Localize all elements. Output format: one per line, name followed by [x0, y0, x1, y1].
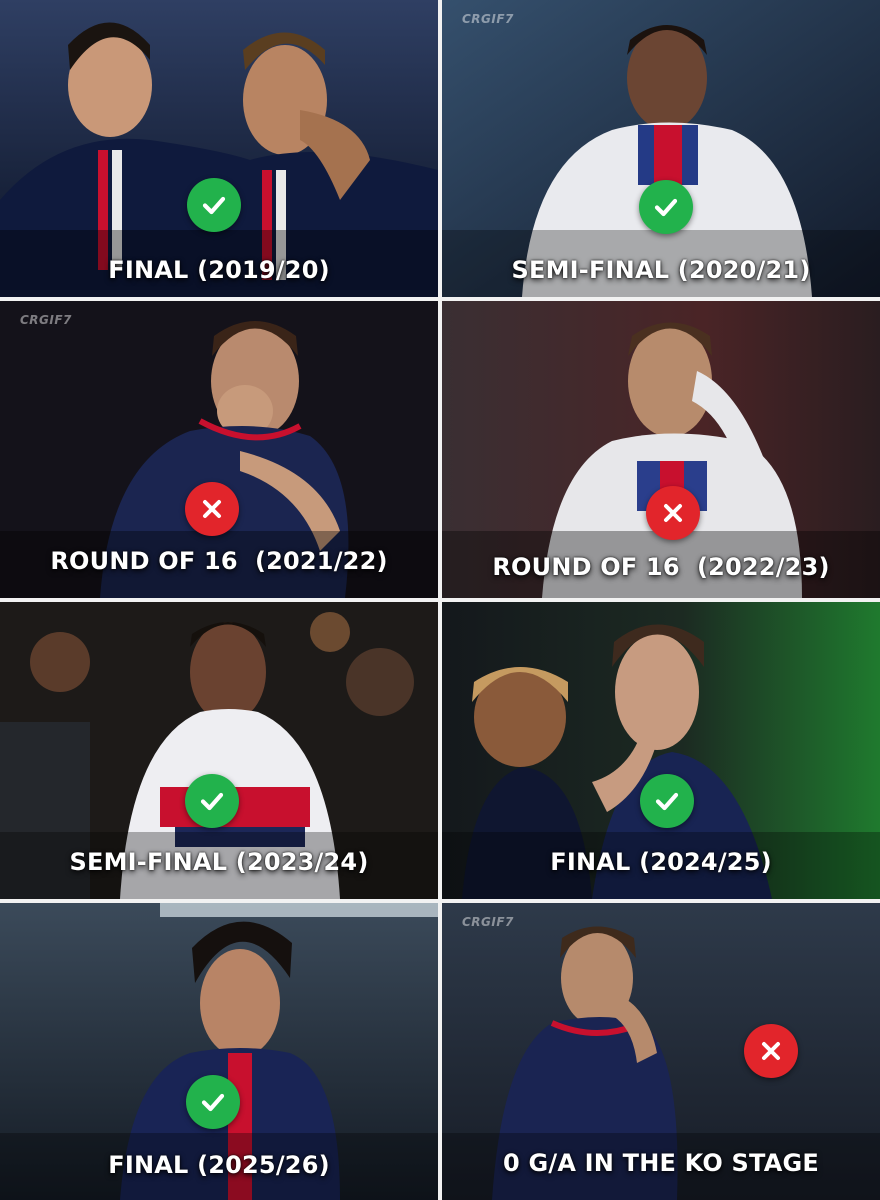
check-circle-icon — [655, 792, 679, 811]
result-badge — [744, 1024, 798, 1078]
panel-semi-final-2020-21: CRGIF7 SEMI-FINAL (2020/21) — [442, 0, 880, 297]
panel-round-of-16-2022-23: ROUND OF 16 (2022/23) — [442, 301, 880, 598]
panel-caption: FINAL (2025/26) — [108, 1151, 330, 1179]
panel-final-2025-26: FINAL (2025/26) — [0, 903, 438, 1200]
panel-final-2024-25: FINAL (2024/25) — [442, 602, 880, 899]
photo-grid: FINAL (2019/20) CRGIF7 SEMI-FINAL (2020/… — [0, 0, 880, 1200]
panel-caption: FINAL (2024/25) — [550, 848, 772, 876]
panel-caption: 0 G/A IN THE KO STAGE — [503, 1149, 819, 1177]
panel-photo — [442, 0, 880, 297]
result-badge — [639, 180, 693, 234]
panel-0-ga-ko-stage: CRGIF7 0 G/A IN THE KO STAGE — [442, 903, 880, 1200]
result-badge — [187, 178, 241, 232]
result-badge — [185, 482, 239, 536]
panel-caption: ROUND OF 16 (2021/22) — [50, 547, 388, 575]
result-badge — [186, 1075, 240, 1129]
panel-caption: SEMI-FINAL (2023/24) — [69, 848, 369, 876]
cross-circle-icon — [762, 1042, 780, 1060]
panel-semi-final-2023-24: SEMI-FINAL (2023/24) — [0, 602, 438, 899]
check-circle-icon — [202, 196, 226, 215]
watermark: CRGIF7 — [462, 12, 514, 26]
check-circle-icon — [654, 198, 678, 217]
watermark: CRGIF7 — [462, 915, 514, 929]
panel-photo — [0, 0, 438, 297]
result-badge — [640, 774, 694, 828]
cross-circle-icon — [203, 500, 221, 518]
panel-round-of-16-2021-22: CRGIF7 ROUND OF 16 (2021/22) — [0, 301, 438, 598]
panel-caption: FINAL (2019/20) — [108, 256, 330, 284]
check-circle-icon — [201, 1093, 225, 1112]
result-badge — [185, 774, 239, 828]
check-circle-icon — [200, 792, 224, 811]
panel-caption: SEMI-FINAL (2020/21) — [511, 256, 811, 284]
watermark: CRGIF7 — [20, 313, 72, 327]
cross-circle-icon — [664, 504, 682, 522]
panel-final-2019-20: FINAL (2019/20) — [0, 0, 438, 297]
panel-caption: ROUND OF 16 (2022/23) — [492, 553, 830, 581]
result-badge — [646, 486, 700, 540]
